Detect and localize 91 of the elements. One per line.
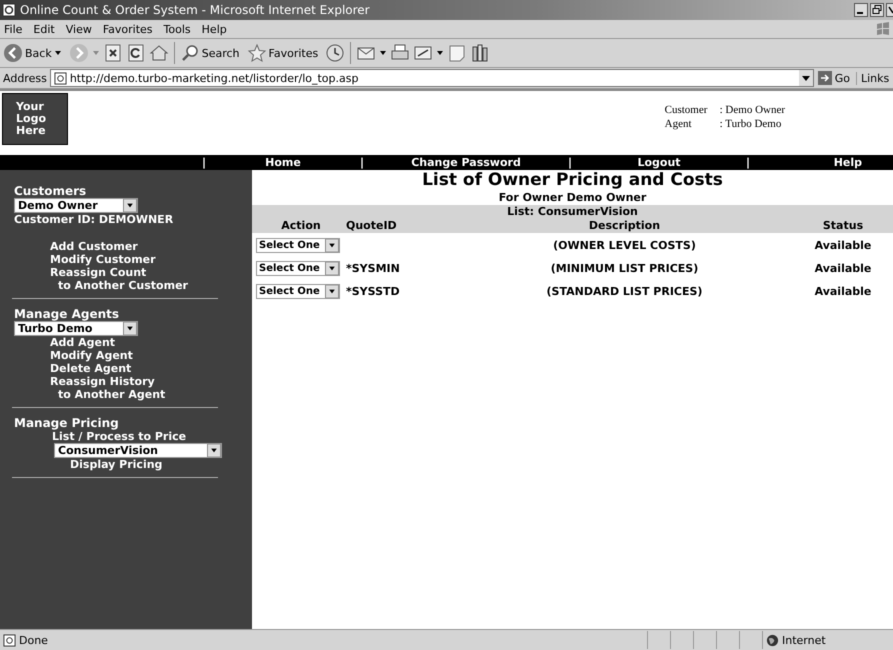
sidebar-link[interactable]: Modify Customer (50, 253, 252, 266)
address-label: Address (3, 72, 47, 84)
history-icon[interactable] (325, 43, 346, 63)
menu-item[interactable]: File (4, 22, 22, 36)
menu-item[interactable]: View (66, 22, 92, 36)
sidebar-link[interactable]: Modify Agent (50, 349, 252, 362)
favorites-button[interactable]: Favorites (246, 43, 318, 63)
sidebar-link[interactable]: Delete Agent (50, 362, 252, 375)
dropdown-arrow-icon (123, 322, 137, 335)
sidebar-link[interactable]: Reassign History (50, 375, 252, 388)
column-header: QuoteID (346, 219, 397, 232)
links-button[interactable]: Links (856, 72, 893, 84)
home-icon[interactable] (148, 43, 169, 63)
research-icon[interactable] (470, 43, 490, 63)
page-icon (54, 72, 67, 84)
table-cell: Available (814, 238, 872, 252)
caret-icon[interactable] (379, 49, 388, 57)
stop-icon[interactable] (102, 43, 123, 63)
table-cell: *SYSMIN (346, 262, 400, 274)
menu-item[interactable]: Help (202, 22, 227, 36)
nav-link[interactable]: Home (208, 156, 358, 169)
go-arrow-icon (818, 71, 832, 85)
dropdown-arrow-icon (325, 284, 339, 298)
search-icon (180, 43, 200, 63)
customer-id: Customer ID: DEMOWNER (14, 213, 174, 226)
windows-logo-icon (875, 21, 891, 37)
search-button[interactable]: Search (180, 43, 240, 63)
sidebar-link[interactable]: Display Pricing (70, 458, 252, 471)
security-zone: Internet (762, 631, 893, 649)
menu-item[interactable]: Favorites (102, 22, 153, 36)
nav-separator: | (200, 156, 208, 169)
list-name: List: ConsumerVision (507, 205, 638, 218)
info-label: Customer (664, 103, 708, 117)
document-icon[interactable] (447, 43, 468, 63)
dropdown-arrow-icon (325, 238, 339, 252)
nav-link[interactable]: Change Password (366, 156, 566, 169)
table-cell: (MINIMUM LIST PRICES) (550, 262, 698, 274)
dropdown[interactable]: ConsumerVision (54, 443, 222, 458)
section-heading: Manage Pricing (14, 416, 120, 430)
sidebar-link[interactable]: Reassign Count (50, 266, 252, 279)
restore-icon[interactable] (870, 3, 884, 17)
nav-link[interactable]: Help (752, 156, 868, 169)
section-subheading: List / Process to Price (51, 430, 188, 443)
nav-separator: | (358, 156, 366, 169)
logo: Your Logo Here (2, 93, 68, 145)
nav-link[interactable]: Logout (574, 156, 744, 169)
action-dropdown[interactable]: Select One (256, 284, 340, 298)
table-cell: Available (814, 262, 872, 274)
column-header: Status (822, 219, 864, 232)
sidebar-link[interactable]: Add Agent (50, 336, 252, 349)
menu-item[interactable]: Tools (164, 22, 191, 36)
column-header: Action (281, 219, 321, 232)
sidebar-link[interactable]: Add Customer (50, 240, 252, 253)
globe-icon (766, 634, 779, 646)
action-dropdown[interactable]: Select One (256, 238, 340, 252)
nav-separator: | (566, 156, 574, 169)
close-icon[interactable] (886, 3, 893, 17)
status-text: Done (0, 634, 647, 646)
section-heading: Customers (14, 184, 88, 198)
menu-item[interactable]: Edit (33, 22, 55, 36)
caret-icon[interactable] (436, 49, 444, 57)
dropdown[interactable]: Demo Owner (14, 198, 138, 213)
action-dropdown[interactable]: Select One (256, 260, 340, 276)
minimize-icon[interactable] (854, 3, 868, 17)
sidebar-link[interactable]: to Another Agent (50, 388, 252, 401)
section-heading: Manage Agents (14, 307, 120, 321)
browser-icon (2, 3, 16, 17)
info-value: : Turbo Demo (720, 117, 782, 131)
back-button[interactable]: Back (3, 43, 62, 63)
table-cell: *SYSSTD (346, 284, 400, 298)
info-value: : Demo Owner (720, 103, 785, 117)
dropdown[interactable]: Turbo Demo (14, 321, 138, 336)
dropdown-arrow-icon (325, 262, 339, 274)
table-cell: (OWNER LEVEL COSTS) (553, 238, 696, 252)
page-subtitle: For Owner Demo Owner (498, 190, 646, 205)
window-title: Online Count & Order System - Microsoft Internet Explorer (20, 3, 371, 17)
table-cell: Available (814, 284, 872, 298)
address-field[interactable]: http://demo.turbo-marketing.net/listorder/lo_top.asp (50, 69, 814, 87)
refresh-icon[interactable] (126, 43, 146, 63)
sidebar-link[interactable]: to Another Customer (50, 279, 252, 292)
page-title: List of Owner Pricing and Costs (422, 170, 723, 190)
caret-icon (54, 49, 62, 57)
dropdown-arrow-icon (207, 444, 221, 457)
page-icon (3, 634, 16, 646)
nav-separator: | (744, 156, 752, 169)
table-cell: (STANDARD LIST PRICES) (546, 284, 702, 298)
dropdown-arrow-icon (123, 199, 137, 212)
star-icon (246, 43, 267, 63)
info-label: Agent (664, 117, 693, 131)
go-button[interactable]: Go (818, 71, 850, 85)
column-header: Description (588, 219, 660, 232)
